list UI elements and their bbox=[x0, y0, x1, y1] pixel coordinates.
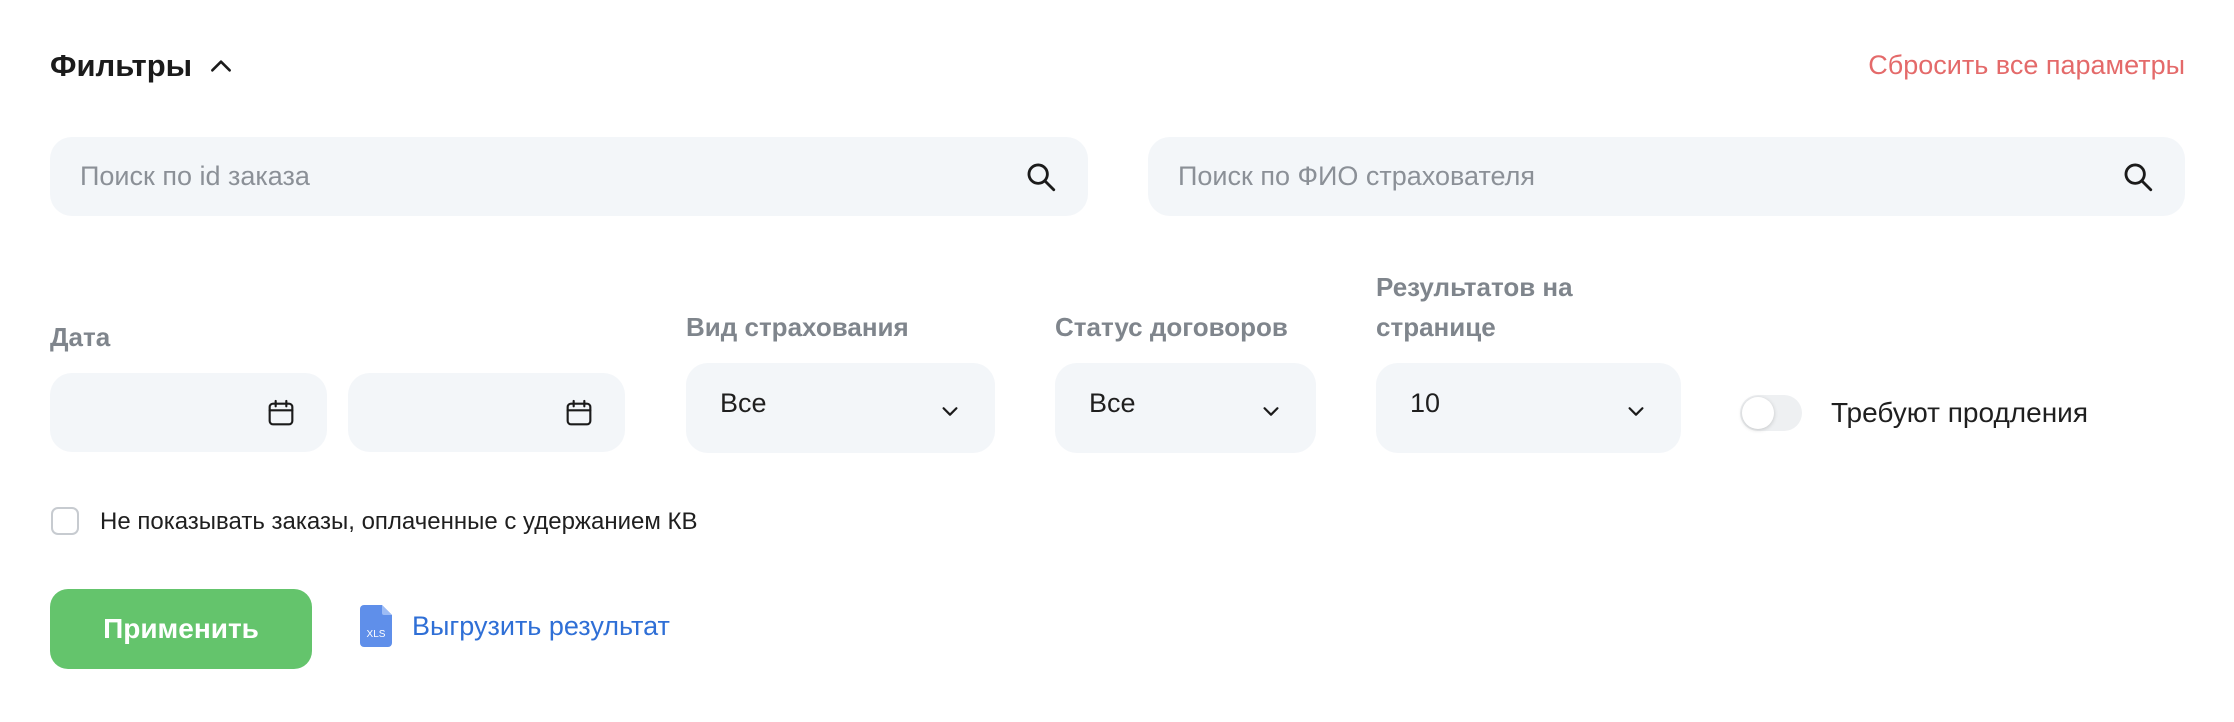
insurer-name-search-input[interactable] bbox=[1178, 161, 2009, 192]
insurance-type-value: Все bbox=[720, 387, 767, 418]
chevron-up-icon[interactable] bbox=[208, 53, 234, 79]
insurer-name-search[interactable] bbox=[1148, 137, 2185, 216]
reset-all-link[interactable]: Сбросить все параметры bbox=[1868, 50, 2185, 81]
chevron-down-icon bbox=[1263, 407, 1279, 416]
chevron-down-icon bbox=[942, 407, 958, 416]
search-icon[interactable] bbox=[1024, 160, 1058, 194]
insurance-type-select[interactable]: Все bbox=[686, 363, 995, 453]
xls-file-icon: XLS bbox=[360, 605, 392, 647]
per-page-label-line2: странице bbox=[1376, 312, 1496, 342]
chevron-down-icon bbox=[1628, 407, 1644, 416]
filters-title: Фильтры bbox=[50, 48, 193, 83]
filters-header[interactable]: Фильтры bbox=[50, 48, 234, 84]
export-link[interactable]: XLS Выгрузить результат bbox=[360, 605, 670, 647]
export-label[interactable]: Выгрузить результат bbox=[412, 611, 670, 642]
hide-kv-checkbox[interactable] bbox=[51, 507, 79, 535]
insurance-type-label: Вид страхования bbox=[686, 312, 909, 342]
search-icon[interactable] bbox=[2121, 160, 2155, 194]
contract-status-label: Статус договоров bbox=[1055, 312, 1288, 342]
date-from-field[interactable] bbox=[50, 373, 327, 452]
renewal-toggle[interactable] bbox=[1740, 395, 1802, 431]
apply-button[interactable]: Применить bbox=[50, 589, 312, 669]
hide-kv-label[interactable]: Не показывать заказы, оплаченные с удерж… bbox=[100, 508, 698, 536]
xls-icon-text: XLS bbox=[367, 629, 386, 640]
per-page-value: 10 bbox=[1410, 387, 1441, 418]
per-page-label-line1: Результатов на bbox=[1376, 272, 1573, 302]
renewal-toggle-label: Требуют продления bbox=[1831, 397, 2088, 428]
contract-status-value: Все bbox=[1089, 387, 1136, 418]
calendar-icon[interactable] bbox=[265, 397, 297, 429]
date-to-field[interactable] bbox=[348, 373, 625, 452]
calendar-icon[interactable] bbox=[563, 397, 595, 429]
contract-status-select[interactable]: Все bbox=[1055, 363, 1316, 453]
order-id-search-input[interactable] bbox=[80, 161, 912, 192]
order-id-search[interactable] bbox=[50, 137, 1088, 216]
date-label: Дата bbox=[50, 322, 111, 352]
per-page-select[interactable]: 10 bbox=[1376, 363, 1681, 453]
per-page-label: Результатов на странице bbox=[1376, 267, 1573, 347]
toggle-knob bbox=[1742, 397, 1774, 429]
